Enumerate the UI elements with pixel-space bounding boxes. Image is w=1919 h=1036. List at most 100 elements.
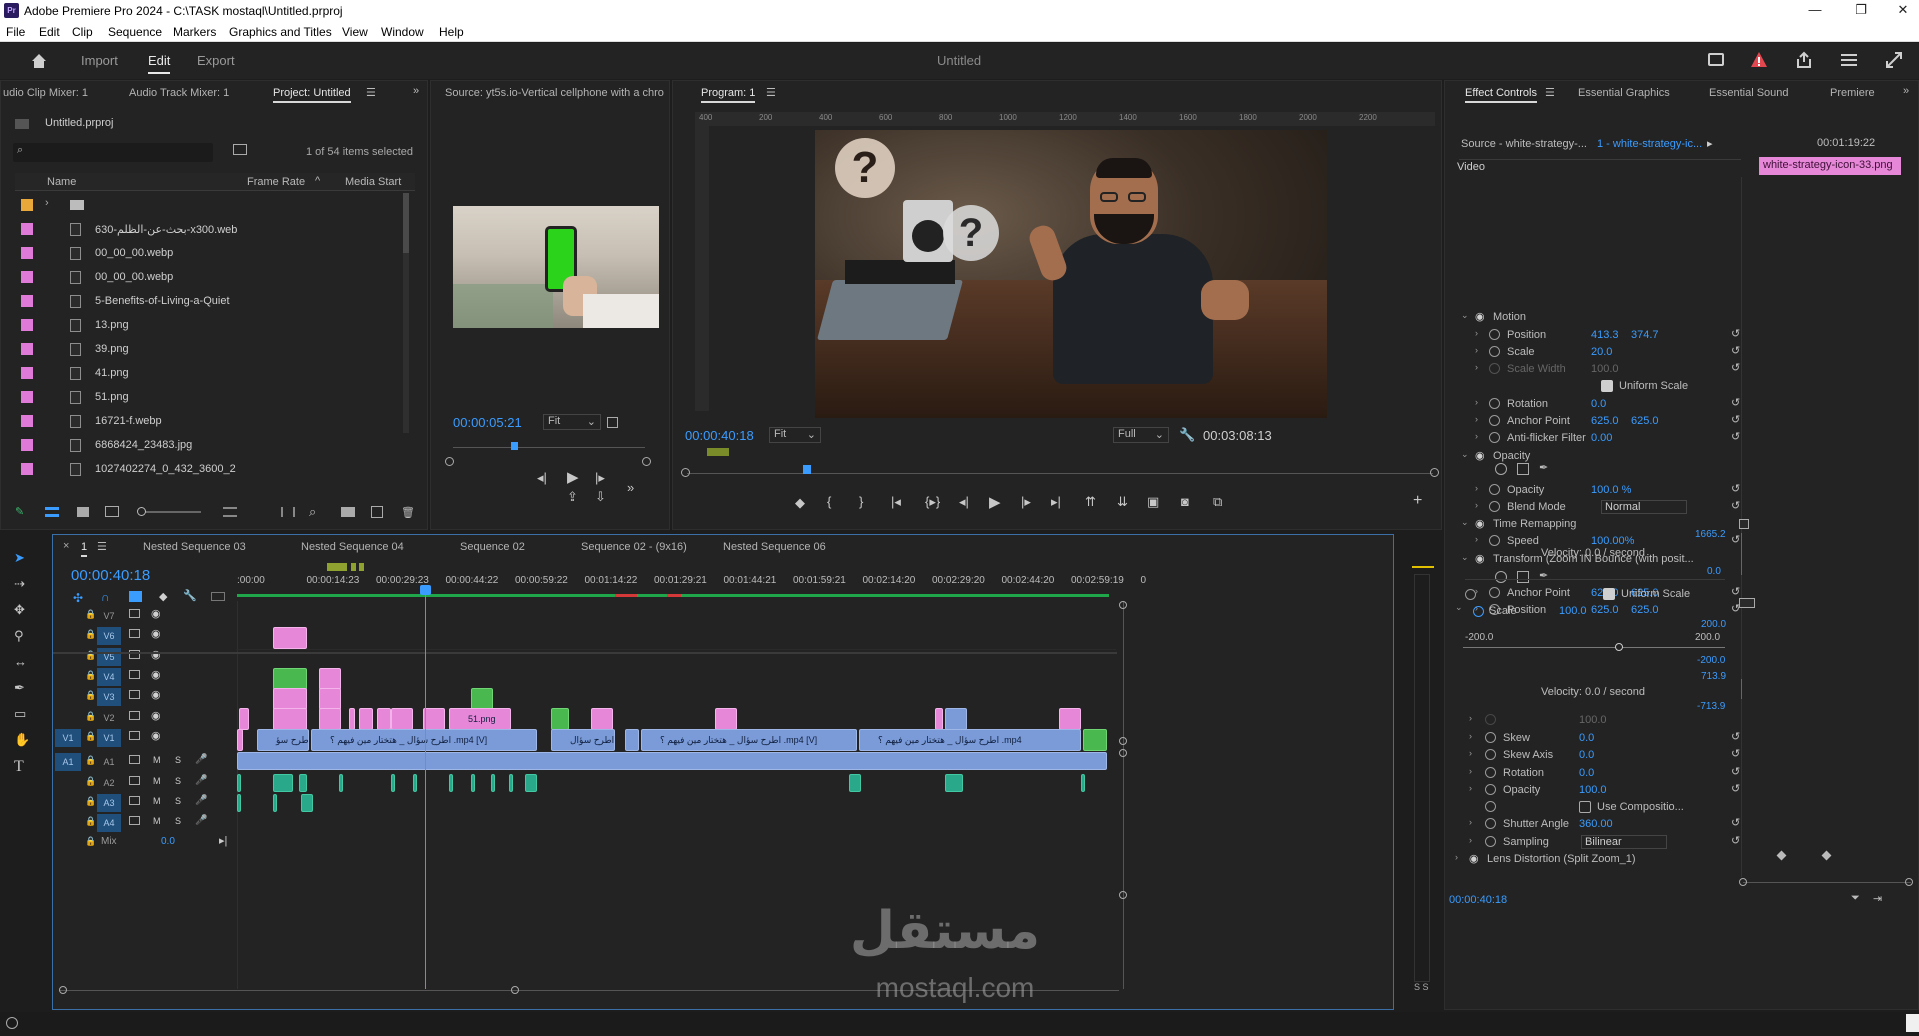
audio-clip-a2[interactable]	[491, 774, 495, 792]
home-icon[interactable]	[30, 52, 48, 69]
go-to-out-icon[interactable]: ▸|	[1051, 494, 1061, 510]
lock-icon[interactable]: 🔒	[85, 755, 96, 766]
audio-clip-a3[interactable]	[273, 794, 277, 812]
video-clip-v1-c[interactable]: اطرح سؤال	[551, 729, 615, 751]
rectangle-mask-icon[interactable]	[1517, 571, 1529, 583]
stopwatch-icon[interactable]	[1485, 767, 1496, 778]
new-item-icon[interactable]	[371, 506, 383, 518]
pen-mask-icon[interactable]: ✒	[1539, 569, 1548, 582]
zoom-slider[interactable]	[137, 507, 201, 516]
track-select-tool-icon[interactable]: ⇢	[14, 576, 25, 592]
lock-icon[interactable]: 🔒	[85, 690, 96, 701]
minimize-button[interactable]: —	[1800, 2, 1830, 17]
chevron-right-icon[interactable]: ›	[1469, 766, 1472, 776]
sync-lock-icon[interactable]	[129, 816, 140, 825]
stopwatch-icon[interactable]	[1485, 836, 1496, 847]
pencil-icon[interactable]: ✎	[15, 505, 29, 518]
reset-icon[interactable]: ↺	[1731, 533, 1740, 546]
sync-lock-icon[interactable]	[129, 609, 140, 618]
ec-value-1[interactable]: 0.0	[1579, 749, 1594, 761]
chevron-right-icon[interactable]: ›	[1469, 748, 1472, 758]
sync-lock-icon[interactable]	[129, 711, 140, 720]
ec-value-2[interactable]: 374.7	[1631, 329, 1659, 341]
more-panels-icon[interactable]: »	[413, 85, 419, 97]
wrench-icon[interactable]: 🔧	[1179, 427, 1195, 443]
menu-graphics[interactable]: Graphics and Titles	[229, 25, 332, 39]
reset-icon[interactable]: ↺	[1731, 344, 1740, 357]
ripple-edit-tool-icon[interactable]: ✥	[14, 602, 25, 618]
program-video-frame[interactable]: ? ?	[815, 130, 1327, 418]
button-editor-icon[interactable]: +	[1413, 492, 1422, 510]
tab-edit[interactable]: Edit	[148, 53, 171, 74]
lock-icon[interactable]: 🔒	[85, 796, 96, 807]
panel-menu-icon[interactable]: ☰	[366, 86, 376, 99]
ec-scale2-value[interactable]: 100.0	[1559, 605, 1587, 617]
video-clip-v2[interactable]	[377, 708, 391, 730]
program-quality-dropdown[interactable]: Full ⌄	[1113, 427, 1169, 443]
play-icon[interactable]: ▶	[567, 468, 579, 486]
ec-clip-dropdown[interactable]: 1 - white-strategy-ic...	[1597, 138, 1702, 150]
step-back-icon[interactable]: ◂|	[537, 470, 547, 486]
proxy-toggle-icon[interactable]: ⧉	[1213, 494, 1222, 510]
solo-button[interactable]: S	[175, 796, 181, 806]
eye-icon[interactable]: ◉	[151, 668, 161, 681]
audio-clip-a2[interactable]	[339, 774, 343, 792]
project-item[interactable]: 41.png	[15, 361, 415, 385]
wrench-icon[interactable]: 🔧	[183, 589, 197, 602]
source-timecode[interactable]: 00:00:05:21	[453, 415, 522, 430]
menu-edit[interactable]: Edit	[39, 25, 60, 39]
type-tool-icon[interactable]: T	[14, 758, 24, 776]
reset-icon[interactable]: ↺	[1731, 585, 1740, 598]
eye-icon[interactable]: ◉	[151, 627, 161, 640]
program-playhead[interactable]	[803, 465, 811, 474]
track-target-v2[interactable]: V2	[97, 709, 121, 727]
audio-clip-a3[interactable]	[301, 794, 313, 812]
source-scrubber[interactable]	[453, 442, 645, 450]
snap-icon[interactable]: ∩	[101, 590, 110, 604]
video-clip-v2[interactable]	[591, 708, 613, 730]
share-icon[interactable]	[1795, 51, 1813, 69]
chevron-down-icon[interactable]: ⌄	[1461, 517, 1469, 528]
razor-tool-icon[interactable]: ⚲	[14, 628, 24, 644]
sort-icons-icon[interactable]	[223, 507, 237, 517]
lock-icon[interactable]: 🔒	[85, 816, 96, 827]
sync-lock-icon[interactable]	[129, 776, 140, 785]
play-icon[interactable]: ▶	[989, 493, 1001, 511]
solo-button[interactable]: S	[175, 755, 181, 765]
menu-help[interactable]: Help	[439, 25, 464, 39]
lock-icon[interactable]: 🔒	[85, 629, 96, 640]
menu-markers[interactable]: Markers	[173, 25, 216, 39]
video-audio-divider[interactable]	[53, 652, 1117, 654]
track-target-v6[interactable]: V6	[97, 627, 121, 645]
chevron-right-icon[interactable]: ›	[1475, 328, 1478, 338]
video-clip-v1-b[interactable]: اطرح سؤال _ هتختار مين فيهم ؟ .mp4 [V]	[311, 729, 537, 751]
mute-button[interactable]: M	[153, 816, 161, 826]
video-clip-v2[interactable]	[715, 708, 737, 730]
chevron-right-icon[interactable]: ›	[1475, 345, 1478, 355]
audio-clip-a2[interactable]	[237, 774, 241, 792]
tab-sequence-1[interactable]: 1	[81, 541, 88, 557]
track-target-v4[interactable]: V4	[97, 668, 121, 686]
sync-lock-icon[interactable]	[129, 796, 140, 805]
visibility-eye-icon[interactable]: ◉	[1469, 852, 1479, 865]
keyframe-nav-icon[interactable]	[1739, 519, 1749, 529]
mute-button[interactable]: M	[153, 755, 161, 765]
video-clip-v3[interactable]	[471, 688, 493, 710]
tab-export[interactable]: Export	[197, 53, 235, 68]
audio-clip-a1[interactable]	[237, 752, 1107, 770]
reset-icon[interactable]: ↺	[1731, 747, 1740, 760]
overwrite-icon[interactable]: ⇩	[595, 489, 606, 505]
sequence-menu-icon[interactable]: ☰	[97, 540, 107, 553]
visibility-eye-icon[interactable]: ◉	[1475, 517, 1485, 530]
audio-clip-a2[interactable]	[299, 774, 307, 792]
video-clip-v2[interactable]	[273, 708, 307, 730]
video-clip-v3[interactable]	[273, 688, 307, 710]
stopwatch-icon[interactable]	[1485, 749, 1496, 760]
sync-lock-icon[interactable]	[129, 755, 140, 764]
go-to-in-icon[interactable]: |◂	[891, 494, 901, 510]
track-target-v5[interactable]: V5	[97, 648, 121, 666]
reset-icon[interactable]: ↺	[1731, 834, 1740, 847]
project-item[interactable]: 630-بحث-عن-الظلم-x300.web	[15, 217, 415, 241]
sync-lock-icon[interactable]	[129, 670, 140, 679]
insert-icon[interactable]: ⇪	[567, 489, 578, 505]
